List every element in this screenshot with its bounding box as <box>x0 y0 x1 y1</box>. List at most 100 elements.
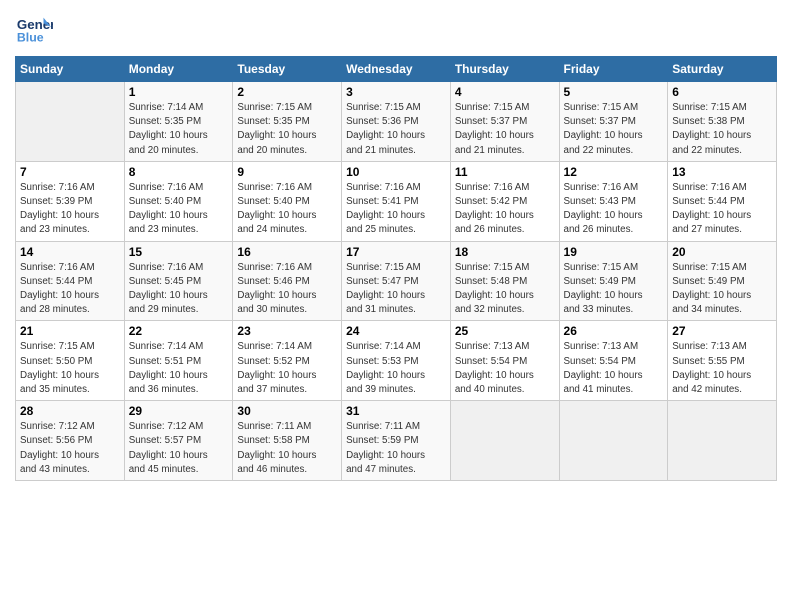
day-number: 25 <box>455 324 555 338</box>
calendar-cell: 13 Sunrise: 7:16 AMSunset: 5:44 PMDayligh… <box>668 161 777 241</box>
day-info: Sunrise: 7:15 AMSunset: 5:47 PMDaylight:… <box>346 261 446 318</box>
day-number: 19 <box>564 245 664 259</box>
day-info: Sunrise: 7:14 AMSunset: 5:53 PMDaylight:… <box>346 340 446 397</box>
day-info: Sunrise: 7:16 AMSunset: 5:46 PMDaylight:… <box>237 261 337 318</box>
day-info: Sunrise: 7:11 AMSunset: 5:59 PMDaylight:… <box>346 420 446 477</box>
header-cell-monday: Monday <box>124 57 233 82</box>
header-cell-wednesday: Wednesday <box>342 57 451 82</box>
day-info: Sunrise: 7:14 AMSunset: 5:52 PMDaylight:… <box>237 340 337 397</box>
day-info: Sunrise: 7:15 AMSunset: 5:37 PMDaylight:… <box>564 101 664 158</box>
day-info: Sunrise: 7:13 AMSunset: 5:54 PMDaylight:… <box>455 340 555 397</box>
svg-text:Blue: Blue <box>17 30 44 44</box>
day-number: 18 <box>455 245 555 259</box>
day-info: Sunrise: 7:16 AMSunset: 5:44 PMDaylight:… <box>672 181 772 238</box>
day-info: Sunrise: 7:15 AMSunset: 5:50 PMDaylight:… <box>20 340 120 397</box>
day-info: Sunrise: 7:15 AMSunset: 5:37 PMDaylight:… <box>455 101 555 158</box>
calendar-cell: 11Sunrise: 7:16 AMSunset: 5:42 PMDayligh… <box>450 161 559 241</box>
day-info: Sunrise: 7:16 AMSunset: 5:45 PMDaylight:… <box>129 261 229 318</box>
calendar-cell: 24 Sunrise: 7:14 AMSunset: 5:53 PMDayligh… <box>342 321 451 401</box>
calendar-cell: 27 Sunrise: 7:13 AMSunset: 5:55 PMDayligh… <box>668 321 777 401</box>
day-number: 28 <box>20 404 120 418</box>
calendar-cell: 19 Sunrise: 7:15 AMSunset: 5:49 PMDayligh… <box>559 241 668 321</box>
calendar-cell: 20 Sunrise: 7:15 AMSunset: 5:49 PMDayligh… <box>668 241 777 321</box>
day-number: 20 <box>672 245 772 259</box>
day-info: Sunrise: 7:12 AMSunset: 5:56 PMDaylight:… <box>20 420 120 477</box>
day-number: 14 <box>20 245 120 259</box>
day-number: 27 <box>672 324 772 338</box>
calendar-cell: 28 Sunrise: 7:12 AMSunset: 5:56 PMDayligh… <box>16 401 125 481</box>
calendar-cell: 6Sunrise: 7:15 AMSunset: 5:38 PMDaylight… <box>668 82 777 162</box>
main-container: General Blue SundayMondayTuesdayWednesda… <box>0 0 792 491</box>
calendar-cell: 4 Sunrise: 7:15 AMSunset: 5:37 PMDaylight… <box>450 82 559 162</box>
week-row-3: 14 Sunrise: 7:16 AMSunset: 5:44 PMDayligh… <box>16 241 777 321</box>
day-info: Sunrise: 7:16 AMSunset: 5:40 PMDaylight:… <box>129 181 229 238</box>
header: General Blue <box>15 10 777 48</box>
calendar-cell: 26 Sunrise: 7:13 AMSunset: 5:54 PMDayligh… <box>559 321 668 401</box>
header-cell-sunday: Sunday <box>16 57 125 82</box>
day-number: 17 <box>346 245 446 259</box>
calendar-cell: 2Sunrise: 7:15 AMSunset: 5:35 PMDaylight… <box>233 82 342 162</box>
header-cell-saturday: Saturday <box>668 57 777 82</box>
calendar-cell: 14 Sunrise: 7:16 AMSunset: 5:44 PMDayligh… <box>16 241 125 321</box>
day-info: Sunrise: 7:16 AMSunset: 5:39 PMDaylight:… <box>20 181 120 238</box>
day-number: 4 <box>455 85 555 99</box>
day-number: 9 <box>237 165 337 179</box>
logo-icon: General Blue <box>15 10 53 48</box>
calendar-cell: 18 Sunrise: 7:15 AMSunset: 5:48 PMDayligh… <box>450 241 559 321</box>
day-info: Sunrise: 7:16 AMSunset: 5:41 PMDaylight:… <box>346 181 446 238</box>
header-cell-friday: Friday <box>559 57 668 82</box>
header-cell-tuesday: Tuesday <box>233 57 342 82</box>
day-number: 15 <box>129 245 229 259</box>
day-number: 5 <box>564 85 664 99</box>
calendar-body: 1Sunrise: 7:14 AMSunset: 5:35 PMDaylight… <box>16 82 777 481</box>
header-row: SundayMondayTuesdayWednesdayThursdayFrid… <box>16 57 777 82</box>
day-number: 12 <box>564 165 664 179</box>
calendar-cell <box>668 401 777 481</box>
week-row-5: 28 Sunrise: 7:12 AMSunset: 5:56 PMDayligh… <box>16 401 777 481</box>
week-row-1: 1Sunrise: 7:14 AMSunset: 5:35 PMDaylight… <box>16 82 777 162</box>
calendar-cell <box>16 82 125 162</box>
week-row-2: 7 Sunrise: 7:16 AMSunset: 5:39 PMDaylight… <box>16 161 777 241</box>
day-info: Sunrise: 7:15 AMSunset: 5:38 PMDaylight:… <box>672 101 772 158</box>
calendar-cell: 31Sunrise: 7:11 AMSunset: 5:59 PMDayligh… <box>342 401 451 481</box>
header-cell-thursday: Thursday <box>450 57 559 82</box>
day-number: 22 <box>129 324 229 338</box>
logo: General Blue <box>15 10 53 48</box>
day-info: Sunrise: 7:15 AMSunset: 5:36 PMDaylight:… <box>346 101 446 158</box>
calendar-cell: 21 Sunrise: 7:15 AMSunset: 5:50 PMDayligh… <box>16 321 125 401</box>
day-info: Sunrise: 7:16 AMSunset: 5:42 PMDaylight:… <box>455 181 555 238</box>
day-number: 26 <box>564 324 664 338</box>
calendar-cell: 16 Sunrise: 7:16 AMSunset: 5:46 PMDayligh… <box>233 241 342 321</box>
day-info: Sunrise: 7:16 AMSunset: 5:44 PMDaylight:… <box>20 261 120 318</box>
day-info: Sunrise: 7:14 AMSunset: 5:35 PMDaylight:… <box>129 101 229 158</box>
day-info: Sunrise: 7:16 AMSunset: 5:40 PMDaylight:… <box>237 181 337 238</box>
day-info: Sunrise: 7:15 AMSunset: 5:35 PMDaylight:… <box>237 101 337 158</box>
calendar-cell: 15 Sunrise: 7:16 AMSunset: 5:45 PMDayligh… <box>124 241 233 321</box>
calendar-cell <box>450 401 559 481</box>
calendar-cell: 25 Sunrise: 7:13 AMSunset: 5:54 PMDayligh… <box>450 321 559 401</box>
day-info: Sunrise: 7:15 AMSunset: 5:49 PMDaylight:… <box>564 261 664 318</box>
day-info: Sunrise: 7:15 AMSunset: 5:48 PMDaylight:… <box>455 261 555 318</box>
calendar-cell: 7 Sunrise: 7:16 AMSunset: 5:39 PMDaylight… <box>16 161 125 241</box>
calendar-cell: 5 Sunrise: 7:15 AMSunset: 5:37 PMDaylight… <box>559 82 668 162</box>
calendar-cell: 10Sunrise: 7:16 AMSunset: 5:41 PMDayligh… <box>342 161 451 241</box>
day-number: 3 <box>346 85 446 99</box>
calendar-cell <box>559 401 668 481</box>
day-info: Sunrise: 7:13 AMSunset: 5:54 PMDaylight:… <box>564 340 664 397</box>
calendar-cell: 9 Sunrise: 7:16 AMSunset: 5:40 PMDaylight… <box>233 161 342 241</box>
day-number: 7 <box>20 165 120 179</box>
day-number: 23 <box>237 324 337 338</box>
day-number: 8 <box>129 165 229 179</box>
calendar-cell: 17 Sunrise: 7:15 AMSunset: 5:47 PMDayligh… <box>342 241 451 321</box>
day-number: 16 <box>237 245 337 259</box>
calendar-cell: 12 Sunrise: 7:16 AMSunset: 5:43 PMDayligh… <box>559 161 668 241</box>
day-number: 21 <box>20 324 120 338</box>
day-number: 13 <box>672 165 772 179</box>
calendar-cell: 30Sunrise: 7:11 AMSunset: 5:58 PMDayligh… <box>233 401 342 481</box>
day-info: Sunrise: 7:15 AMSunset: 5:49 PMDaylight:… <box>672 261 772 318</box>
day-info: Sunrise: 7:11 AMSunset: 5:58 PMDaylight:… <box>237 420 337 477</box>
day-info: Sunrise: 7:13 AMSunset: 5:55 PMDaylight:… <box>672 340 772 397</box>
day-number: 24 <box>346 324 446 338</box>
day-info: Sunrise: 7:16 AMSunset: 5:43 PMDaylight:… <box>564 181 664 238</box>
day-info: Sunrise: 7:14 AMSunset: 5:51 PMDaylight:… <box>129 340 229 397</box>
